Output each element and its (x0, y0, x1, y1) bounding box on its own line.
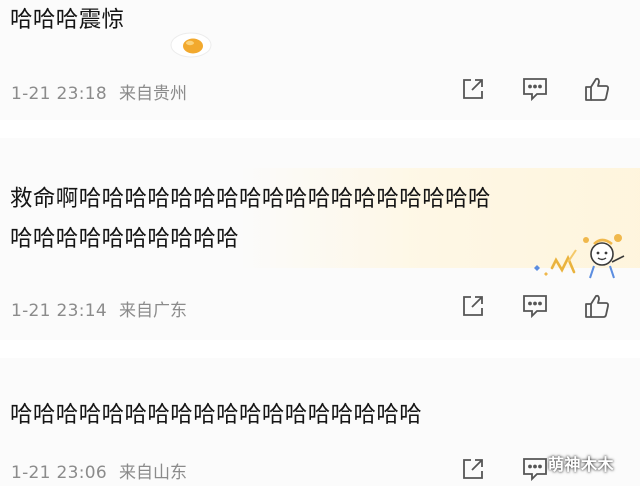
comment-button[interactable] (520, 291, 550, 321)
comment-text: 救命啊哈哈哈哈哈哈哈哈哈哈哈哈哈哈哈哈哈哈 哈哈哈哈哈哈哈哈哈哈 (10, 179, 491, 259)
share-button[interactable] (458, 74, 488, 104)
like-button[interactable] (582, 291, 612, 321)
share-icon (463, 79, 483, 99)
comment-text: 哈哈哈哈哈哈哈哈哈哈哈哈哈哈哈哈哈哈 (10, 395, 422, 435)
comment-meta: 1-21 23:18 来自贵州 (11, 79, 187, 104)
comment-icon (523, 295, 547, 319)
share-button[interactable] (458, 291, 488, 321)
share-icon (463, 296, 483, 316)
comment-feed: 哈哈哈震惊 1-21 23:18 来自贵州 救命啊哈哈哈哈哈哈哈哈哈哈哈哈哈哈哈… (0, 0, 640, 486)
thumbs-up-icon (585, 294, 609, 318)
comment-meta: 1-21 23:14 来自广东 (11, 296, 187, 321)
comment-time: 1-21 23:06 (11, 463, 107, 483)
comment-text-line: 哈哈哈震惊 (10, 7, 125, 33)
comment-text: 哈哈哈震惊 (10, 0, 125, 40)
comment-time: 1-21 23:14 (11, 301, 107, 321)
comment-card: 哈哈哈震惊 1-21 23:18 来自贵州 (0, 0, 640, 120)
comment-location: 来自贵州 (118, 84, 187, 104)
share-button[interactable] (458, 454, 488, 484)
cheering-cartoon-sticker (534, 234, 625, 279)
comment-card: 哈哈哈哈哈哈哈哈哈哈哈哈哈哈哈哈哈哈 1-21 23:06 来自山东 (0, 358, 640, 486)
comment-icon (523, 458, 547, 482)
comment-location: 来自山东 (118, 463, 187, 483)
comment-text-line: 哈哈哈哈哈哈哈哈哈哈 (10, 226, 240, 252)
comment-button[interactable] (520, 74, 550, 104)
comment-button[interactable] (520, 454, 550, 484)
share-icon (463, 459, 483, 479)
comment-meta: 1-21 23:06 来自山东 (11, 458, 187, 483)
like-button[interactable] (582, 74, 612, 104)
comment-text-line: 救命啊哈哈哈哈哈哈哈哈哈哈哈哈哈哈哈哈哈哈 (10, 186, 491, 212)
thumbs-up-icon (585, 77, 609, 101)
comment-location: 来自广东 (118, 301, 187, 321)
comment-text-line: 哈哈哈哈哈哈哈哈哈哈哈哈哈哈哈哈哈哈 (10, 402, 423, 428)
comment-time: 1-21 23:18 (11, 84, 107, 104)
comment-icon (523, 78, 547, 102)
watermark: 萌神木木 (548, 455, 615, 474)
comment-card: 救命啊哈哈哈哈哈哈哈哈哈哈哈哈哈哈哈哈哈哈 哈哈哈哈哈哈哈哈哈哈 1-21 23… (0, 138, 640, 340)
fried-egg-sticker (170, 32, 212, 58)
